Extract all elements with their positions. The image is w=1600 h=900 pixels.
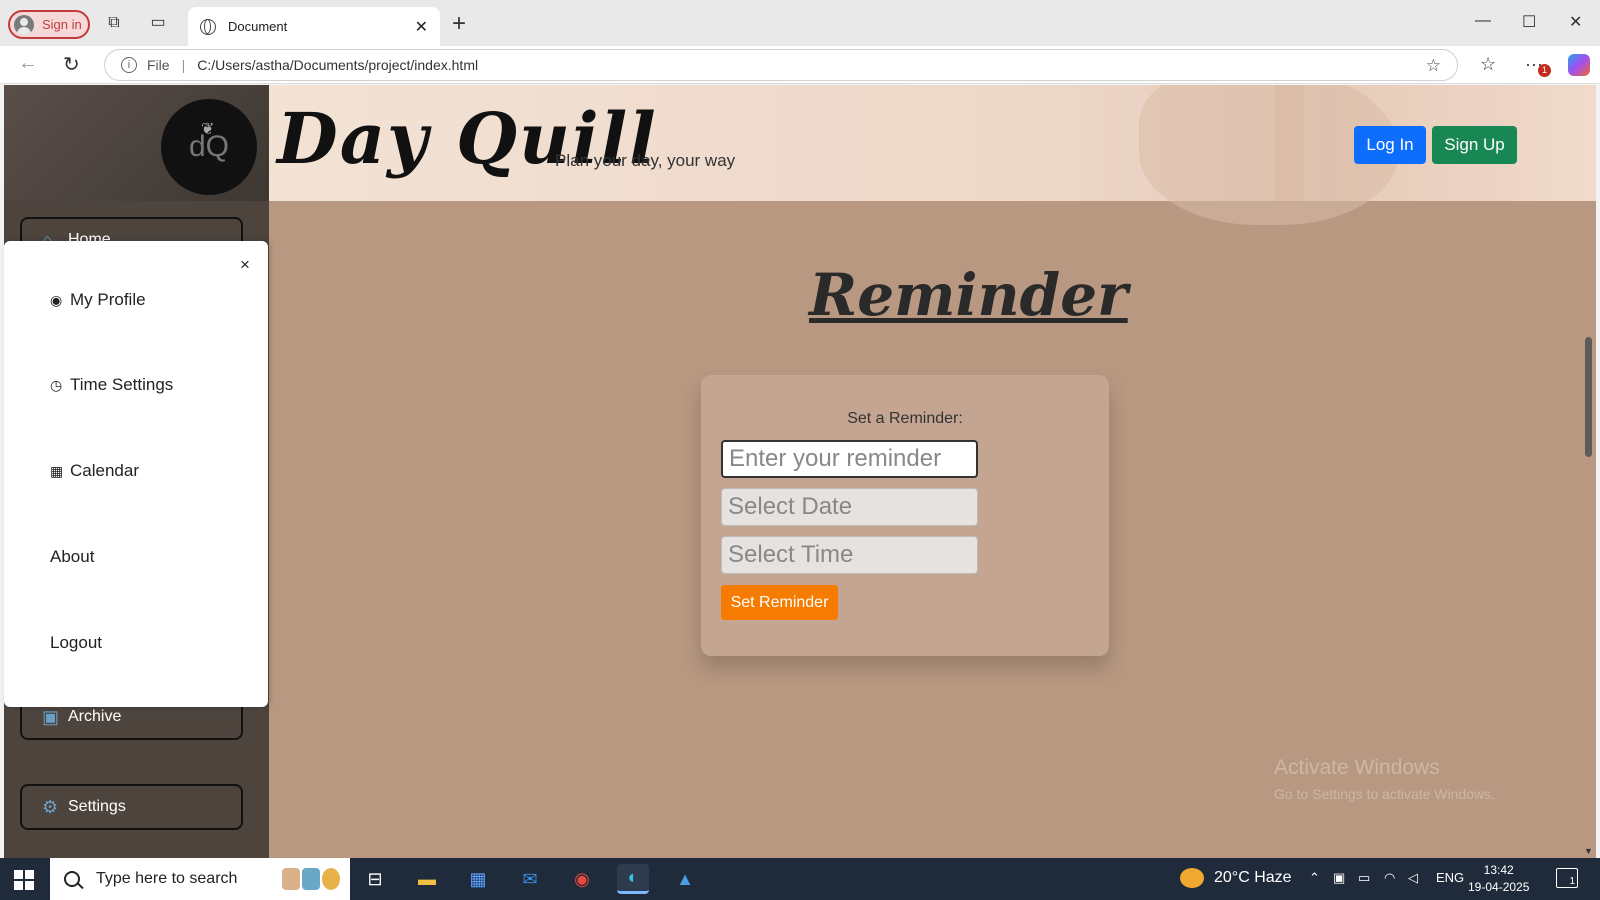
weather-text: 20°C Haze — [1214, 869, 1292, 886]
page-title: Reminder — [809, 261, 1128, 329]
header: Day Quill Plan your day, your way Log In… — [269, 85, 1596, 225]
workspaces-icon[interactable]: ⧉ — [105, 14, 123, 32]
page-scrollbar[interactable]: ▼ — [1581, 201, 1596, 858]
tray-chevron-icon[interactable]: ⌃ — [1309, 870, 1320, 886]
url-text: C:/Users/astha/Documents/project/index.h… — [197, 57, 479, 73]
offcanvas-menu: × ◉ My Profile ◷ Time Settings ▦ Calenda… — [4, 241, 268, 707]
user-icon — [14, 14, 34, 35]
taskbar-clock[interactable]: 13:42 19-04-2025 — [1468, 862, 1529, 896]
browser-address-row: ← ↻ i File | C:/Users/astha/Documents/pr… — [0, 46, 1600, 84]
info-icon[interactable]: i — [121, 57, 137, 73]
sidebar-item-label: Archive — [68, 708, 122, 725]
edge-icon[interactable]: ◐ — [617, 864, 649, 894]
logo: ❦ dQ — [161, 99, 257, 195]
watermark-line2: Go to Settings to activate Windows. — [1274, 786, 1495, 802]
language-indicator[interactable]: ENG — [1436, 870, 1464, 885]
windows-start-icon[interactable] — [14, 870, 34, 890]
wifi-icon[interactable]: ◠ — [1384, 870, 1395, 886]
main-content: Reminder Set a Reminder: Set Reminder Ac… — [269, 201, 1581, 858]
menu-item-label: About — [50, 547, 95, 566]
store-icon[interactable]: ▦ — [462, 864, 494, 894]
date-input[interactable] — [721, 488, 978, 526]
minimize-icon[interactable]: — — [1475, 12, 1491, 30]
new-tab-icon[interactable]: + — [452, 10, 466, 38]
menu-item-label: Calendar — [70, 461, 139, 480]
login-button[interactable]: Log In — [1354, 126, 1426, 164]
globe-icon — [200, 18, 216, 35]
watermark-line1: Activate Windows — [1274, 756, 1440, 779]
address-bar[interactable]: i File | C:/Users/astha/Documents/projec… — [104, 49, 1458, 81]
close-tab-icon[interactable]: ✕ — [415, 17, 428, 37]
menu-item-label: My Profile — [70, 290, 146, 309]
battery-icon[interactable]: ▭ — [1358, 870, 1370, 886]
calendar-icon: ▦ — [50, 463, 64, 479]
reminder-form-card: Set a Reminder: Set Reminder — [701, 375, 1109, 656]
menu-item-my-profile[interactable]: ◉ My Profile — [50, 290, 146, 310]
tab-actions-icon[interactable]: ▭ — [149, 14, 167, 32]
url-scheme-label: File — [147, 57, 170, 73]
clock-settings-icon: ◷ — [50, 377, 63, 393]
menu-item-about[interactable]: About — [50, 547, 94, 567]
archive-icon: ▣ — [42, 707, 60, 727]
set-reminder-button[interactable]: Set Reminder — [721, 585, 838, 620]
menu-item-label: Logout — [50, 633, 102, 652]
sidebar-item-settings[interactable]: ⚙ Settings — [20, 784, 243, 830]
form-label: Set a Reminder: — [847, 410, 963, 427]
reminder-input[interactable] — [721, 440, 978, 478]
volume-icon[interactable]: ◁ — [1408, 870, 1418, 886]
copilot-icon[interactable] — [1568, 54, 1590, 76]
mail-icon[interactable]: ✉ — [514, 864, 546, 894]
search-highlight-icon — [282, 868, 340, 890]
taskbar-search-placeholder: Type here to search — [96, 870, 238, 887]
quill-wing-icon: ❦ — [201, 121, 215, 138]
tray-device-icon[interactable]: ▣ — [1333, 870, 1345, 886]
scrollbar-thumb[interactable] — [1585, 337, 1592, 457]
clock-date: 19-04-2025 — [1468, 880, 1530, 894]
time-input[interactable] — [721, 536, 978, 574]
favorite-star-icon[interactable]: ☆ — [1426, 56, 1441, 76]
scroll-down-arrow-icon[interactable]: ▼ — [1584, 846, 1593, 856]
menu-item-logout[interactable]: Logout — [50, 633, 102, 653]
windows-activation-watermark: Activate Windows Go to Settings to activ… — [1274, 756, 1495, 802]
gear-icon: ⚙ — [42, 797, 59, 817]
person-circle-icon: ◉ — [50, 292, 63, 308]
chrome-icon[interactable]: ◉ — [566, 864, 598, 894]
photos-icon[interactable]: ▲ — [669, 864, 701, 894]
header-decoration-stripe — [1274, 85, 1304, 201]
close-icon[interactable]: × — [240, 255, 250, 275]
taskbar-search[interactable]: Type here to search — [50, 858, 350, 900]
reload-icon[interactable]: ↻ — [63, 52, 80, 77]
windows-taskbar: Type here to search ⊟ ▬ ▦ ✉ ◉ ◐ ▲ 20°C H… — [0, 858, 1600, 900]
browser-signin-button[interactable]: Sign in — [8, 10, 90, 39]
search-icon — [64, 871, 80, 887]
signup-button[interactable]: Sign Up — [1432, 126, 1517, 164]
menu-item-calendar[interactable]: ▦ Calendar — [50, 461, 139, 481]
weather-haze-icon — [1180, 868, 1204, 888]
tab-title: Document — [228, 19, 288, 34]
back-icon[interactable]: ← — [18, 52, 38, 75]
menu-item-time-settings[interactable]: ◷ Time Settings — [50, 375, 173, 395]
tagline: Plan your day, your way — [555, 151, 736, 170]
close-window-icon[interactable]: ✕ — [1569, 12, 1582, 32]
sidebar-item-label: Settings — [68, 798, 126, 815]
browser-tab-bar: Sign in ⧉ ▭ Document ✕ + — ☐ ✕ — [0, 0, 1600, 46]
menu-item-label: Time Settings — [70, 375, 174, 394]
favorites-icon[interactable]: ☆ — [1480, 54, 1496, 75]
file-explorer-icon[interactable]: ▬ — [411, 864, 443, 894]
url-separator: | — [181, 57, 186, 73]
maximize-icon[interactable]: ☐ — [1522, 12, 1536, 32]
clock-time: 13:42 — [1483, 863, 1514, 877]
signin-label: Sign in — [42, 17, 82, 32]
weather-widget[interactable]: 20°C Haze — [1180, 868, 1292, 888]
browser-tab-document[interactable]: Document ✕ — [188, 7, 440, 46]
notification-icon[interactable]: 1 — [1556, 868, 1578, 888]
task-view-icon[interactable]: ⊟ — [359, 864, 391, 894]
extension-badge: 1 — [1538, 64, 1551, 77]
